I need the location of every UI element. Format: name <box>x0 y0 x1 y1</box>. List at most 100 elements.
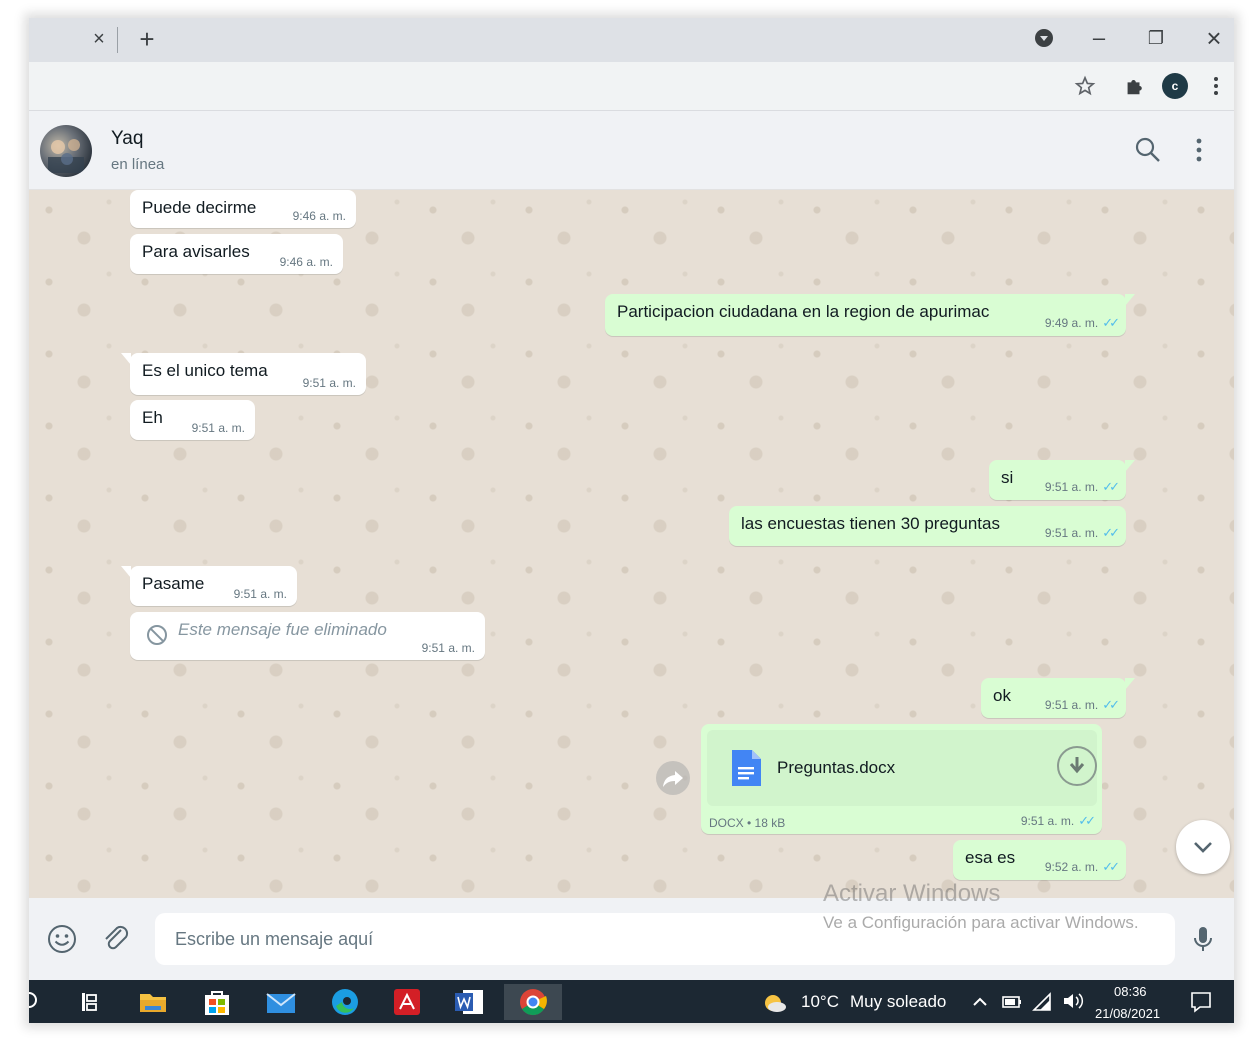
minimize-button[interactable]: – <box>1084 24 1114 52</box>
message-bubble-outgoing[interactable]: las encuestas tienen 30 preguntas 9:51 a… <box>729 506 1126 546</box>
pdf-icon <box>394 989 420 1015</box>
contact-avatar[interactable] <box>40 125 92 177</box>
message-time-label: 9:49 a. m. <box>1044 316 1099 330</box>
media-control-icon <box>1035 29 1053 47</box>
contact-status: en línea <box>111 156 165 173</box>
media-control-button[interactable] <box>1029 24 1059 52</box>
voice-message-button[interactable] <box>1186 922 1220 956</box>
message-time: 9:51 a. m. <box>191 421 245 435</box>
message-time-label: 9:51 a. m. <box>1044 526 1099 540</box>
star-icon <box>1074 75 1096 96</box>
task-view-button[interactable] <box>69 984 109 1020</box>
scroll-to-bottom-button[interactable] <box>1176 820 1230 874</box>
download-button[interactable] <box>1057 746 1097 786</box>
mail-icon <box>266 993 296 1013</box>
message-text: las encuestas tienen 30 preguntas <box>741 514 1000 533</box>
acrobat-reader-button[interactable] <box>387 984 427 1020</box>
message-time-label: 9:51 a. m. <box>1020 814 1075 828</box>
bubble-tail <box>121 566 131 578</box>
attach-button[interactable] <box>99 922 133 956</box>
chevron-down-icon <box>1194 842 1212 853</box>
read-ticks-icon: ✓✓ <box>1078 813 1096 828</box>
window-close-button[interactable]: × <box>1199 24 1229 52</box>
windows-taskbar: 10°C Muy soleado 08:36 21/08/2021 <box>29 980 1234 1023</box>
browser-menu-button[interactable] <box>1202 72 1230 100</box>
search-chat-button[interactable] <box>1133 135 1163 165</box>
message-bubble-incoming[interactable]: Eh 9:51 a. m. <box>130 400 255 440</box>
read-ticks-icon: ✓✓ <box>1102 525 1120 540</box>
clock-time[interactable]: 08:36 <box>1114 984 1147 999</box>
extensions-button[interactable] <box>1120 72 1148 100</box>
forward-button[interactable] <box>656 761 690 795</box>
message-bubble-deleted[interactable]: Este mensaje fue eliminado 9:51 a. m. <box>130 612 485 660</box>
task-view-icon <box>82 993 97 1011</box>
edge-icon <box>332 989 358 1015</box>
store-button[interactable] <box>197 984 237 1020</box>
message-bubble-incoming[interactable]: Pasame 9:51 a. m. <box>121 566 297 606</box>
weather-description[interactable]: Muy soleado <box>850 992 946 1012</box>
document-card[interactable]: Preguntas.docx <box>707 730 1097 806</box>
message-time: 9:49 a. m. ✓✓ <box>1044 315 1120 331</box>
weather-sun-icon <box>765 995 786 1012</box>
puzzle-icon <box>1127 80 1142 95</box>
chat-header: Yaq en línea <box>29 111 1234 190</box>
read-ticks-icon: ✓✓ <box>1102 859 1120 874</box>
chevron-up-icon[interactable] <box>971 993 989 1011</box>
paperclip-icon <box>105 925 129 950</box>
read-ticks-icon: ✓✓ <box>1102 697 1120 712</box>
message-text: si <box>1001 468 1014 487</box>
message-bubble-incoming[interactable]: Es el unico tema 9:51 a. m. <box>121 353 366 395</box>
message-time: 9:51 a. m. ✓✓ <box>1044 525 1120 541</box>
message-time: 9:51 a. m. <box>302 376 356 390</box>
edge-browser-button[interactable] <box>325 984 365 1020</box>
tab-separator <box>117 27 118 53</box>
message-time: 9:46 a. m. <box>279 255 333 269</box>
chat-menu-button[interactable] <box>1184 135 1214 165</box>
message-bubble-incoming[interactable]: Puede decirme 9:46 a. m. <box>130 190 356 228</box>
download-icon <box>1069 757 1085 774</box>
message-time: 9:46 a. m. <box>292 209 346 223</box>
tab-close-button[interactable]: × <box>87 26 111 52</box>
document-message-bubble[interactable]: Preguntas.docx DOCX • 18 kB 9:51 a. m. ✓✓ <box>701 724 1102 834</box>
activation-watermark-subtitle: Ve a Configuración para activar Windows. <box>823 913 1139 932</box>
word-button[interactable] <box>449 984 489 1020</box>
mail-button[interactable] <box>261 984 301 1020</box>
notifications-icon[interactable] <box>1189 990 1213 1014</box>
contact-photo <box>48 139 84 173</box>
profile-avatar[interactable]: c <box>1162 73 1188 99</box>
new-tab-button[interactable]: + <box>134 24 160 54</box>
volume-icon[interactable] <box>1061 991 1085 1011</box>
clock-date[interactable]: 21/08/2021 <box>1095 1006 1160 1021</box>
kebab-menu-icon <box>1214 77 1218 95</box>
message-time-label: 9:51 a. m. <box>1044 480 1099 494</box>
message-text: Pasame <box>142 574 205 593</box>
restore-button[interactable]: ❐ <box>1141 24 1171 52</box>
bubble-tail <box>1125 460 1135 472</box>
document-filename: Preguntas.docx <box>777 758 896 777</box>
battery-icon[interactable] <box>1001 993 1023 1011</box>
chat-messages-area[interactable]: Puede decirme 9:46 a. m. Para avisarles … <box>29 190 1234 898</box>
bookmark-star-button[interactable] <box>1071 72 1099 100</box>
message-bubble-outgoing[interactable]: Participacion ciudadana en la region de … <box>605 294 1135 336</box>
search-taskbar-button[interactable] <box>29 984 55 1020</box>
browser-toolbar: c <box>29 62 1234 111</box>
message-time: 9:51 a. m. ✓✓ <box>1020 813 1096 829</box>
read-ticks-icon: ✓✓ <box>1102 315 1120 330</box>
message-bubble-incoming[interactable]: Para avisarles 9:46 a. m. <box>130 234 343 274</box>
message-text: Puede decirme <box>142 198 257 217</box>
message-bubble-outgoing[interactable]: ok 9:51 a. m. ✓✓ <box>981 678 1135 718</box>
emoji-button[interactable] <box>45 922 79 956</box>
weather-temperature[interactable]: 10°C <box>801 992 839 1012</box>
message-bubble-outgoing[interactable]: esa es 9:52 a. m. ✓✓ <box>953 840 1126 880</box>
wifi-icon[interactable] <box>1032 992 1054 1012</box>
message-text: Participacion ciudadana en la region de … <box>617 302 990 321</box>
chrome-button[interactable] <box>504 984 562 1020</box>
message-time: 9:51 a. m. ✓✓ <box>1044 479 1120 495</box>
contact-name[interactable]: Yaq <box>111 128 143 150</box>
forward-icon <box>663 771 683 787</box>
message-bubble-outgoing[interactable]: si 9:51 a. m. ✓✓ <box>989 460 1135 500</box>
document-meta: DOCX • 18 kB <box>709 816 786 830</box>
file-explorer-button[interactable] <box>133 984 173 1020</box>
message-time-label: 9:52 a. m. <box>1044 860 1099 874</box>
message-text: Es el unico tema <box>142 361 268 380</box>
